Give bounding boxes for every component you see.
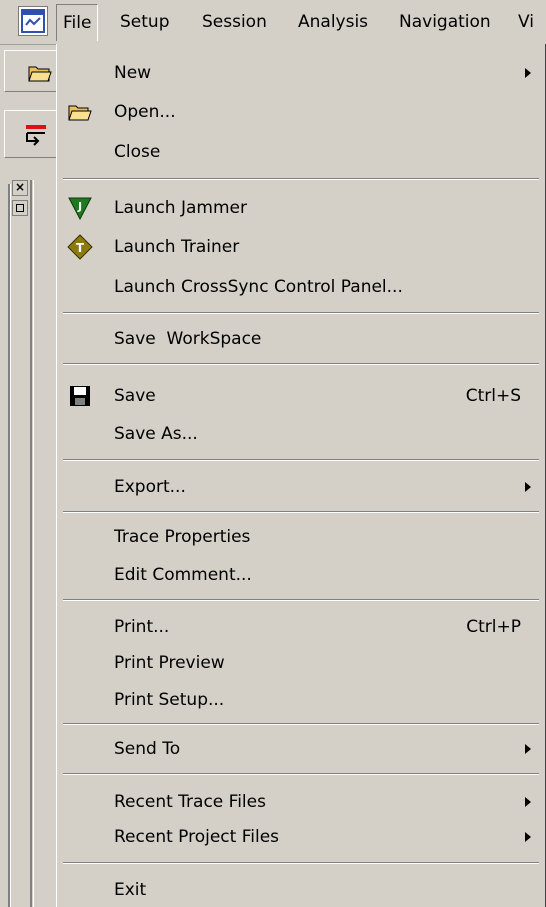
toolbar-1	[4, 50, 61, 92]
menu-item-save-as[interactable]: Save As...	[57, 417, 545, 451]
jammer-icon: J	[67, 195, 93, 221]
pane-restore-button[interactable]	[12, 200, 28, 216]
menu-item-edit-comment[interactable]: Edit Comment...	[57, 558, 545, 592]
menu-item-save-workspace[interactable]: Save WorkSpace	[57, 322, 545, 356]
menu-item-label: Launch Trainer	[114, 237, 240, 257]
menu-item-print-preview[interactable]: Print Preview	[57, 646, 545, 680]
menu-item-label: Print Preview	[114, 653, 225, 673]
menu-item-exit[interactable]: Exit	[57, 873, 545, 907]
menu-item-save[interactable]: Save Ctrl+S	[57, 379, 545, 413]
menu-session[interactable]: Session	[202, 10, 267, 34]
menu-bar: File Setup Session Analysis Navigation V…	[0, 0, 546, 45]
menu-separator	[63, 363, 539, 365]
menu-item-label: Recent Trace Files	[114, 792, 266, 812]
menu-item-label: Close	[114, 142, 161, 162]
menu-item-launch-trainer[interactable]: T Launch Trainer	[57, 230, 545, 264]
menu-item-recent-trace-files[interactable]: Recent Trace Files	[57, 785, 545, 819]
open-folder-icon	[67, 99, 93, 125]
divider	[30, 180, 32, 907]
menu-item-label: Save WorkSpace	[114, 329, 262, 349]
menu-item-label: Open...	[114, 102, 176, 122]
menu-item-label: Export...	[114, 477, 186, 497]
menu-separator	[63, 511, 539, 513]
menu-separator	[63, 178, 539, 180]
submenu-arrow-icon	[525, 797, 531, 807]
menu-item-label: Trace Properties	[114, 527, 251, 547]
menu-separator	[63, 459, 539, 461]
menu-separator	[63, 862, 539, 864]
menu-item-trace-properties[interactable]: Trace Properties	[57, 520, 545, 554]
left-toolbar-area: ×	[0, 44, 61, 907]
menu-separator	[63, 723, 539, 725]
menu-item-label: Save	[114, 386, 156, 406]
submenu-arrow-icon	[525, 832, 531, 842]
menu-item-label: Launch Jammer	[114, 198, 247, 218]
menu-item-label: Print Setup...	[114, 690, 225, 710]
menu-item-label: Edit Comment...	[114, 565, 252, 585]
menu-item-launch-crosssync[interactable]: Launch CrossSync Control Panel...	[57, 270, 545, 304]
menu-item-launch-jammer[interactable]: J Launch Jammer	[57, 191, 545, 225]
menu-item-label: Recent Project Files	[114, 827, 280, 847]
menu-item-label: Exit	[114, 880, 147, 900]
divider	[10, 184, 11, 907]
toolbar-2	[4, 110, 61, 158]
svg-text:J: J	[77, 200, 82, 213]
menu-view[interactable]: Vi	[518, 10, 534, 34]
menu-item-label: Print...	[114, 617, 170, 637]
floppy-disk-icon	[67, 383, 93, 409]
menu-item-print-setup[interactable]: Print Setup...	[57, 683, 545, 717]
menu-item-send-to[interactable]: Send To	[57, 732, 545, 766]
submenu-arrow-icon	[525, 744, 531, 754]
menu-separator	[63, 312, 539, 314]
menu-item-export[interactable]: Export...	[57, 470, 545, 504]
trace-tool-icon[interactable]	[23, 121, 49, 147]
menu-item-recent-project-files[interactable]: Recent Project Files	[57, 820, 545, 854]
menu-navigation[interactable]: Navigation	[399, 10, 491, 34]
pane-close-button[interactable]: ×	[12, 180, 28, 196]
shortcut-label: Ctrl+P	[466, 617, 521, 637]
menu-separator	[63, 599, 539, 601]
menu-separator	[63, 773, 539, 775]
menu-item-label: Launch CrossSync Control Panel...	[114, 277, 403, 297]
menu-item-open[interactable]: Open...	[57, 95, 545, 129]
menu-item-new[interactable]: New	[57, 56, 545, 90]
menu-item-label: New	[114, 63, 152, 83]
submenu-arrow-icon	[525, 68, 531, 78]
divider	[33, 180, 34, 907]
menu-analysis[interactable]: Analysis	[298, 10, 368, 34]
menu-item-label: Save As...	[114, 424, 198, 444]
menu-item-close[interactable]: Close	[57, 135, 545, 169]
menu-file[interactable]: File	[56, 4, 99, 41]
menu-item-print[interactable]: Print... Ctrl+P	[57, 610, 545, 644]
menu-setup[interactable]: Setup	[120, 10, 169, 34]
open-folder-icon[interactable]	[27, 59, 53, 85]
shortcut-label: Ctrl+S	[465, 386, 521, 406]
file-menu: New Open... Close J Launch Jammer T Laun…	[56, 44, 546, 907]
app-window-icon[interactable]	[18, 6, 48, 36]
svg-text:T: T	[76, 241, 85, 255]
menu-item-label: Send To	[114, 739, 181, 759]
trainer-icon: T	[67, 234, 93, 260]
submenu-arrow-icon	[525, 482, 531, 492]
